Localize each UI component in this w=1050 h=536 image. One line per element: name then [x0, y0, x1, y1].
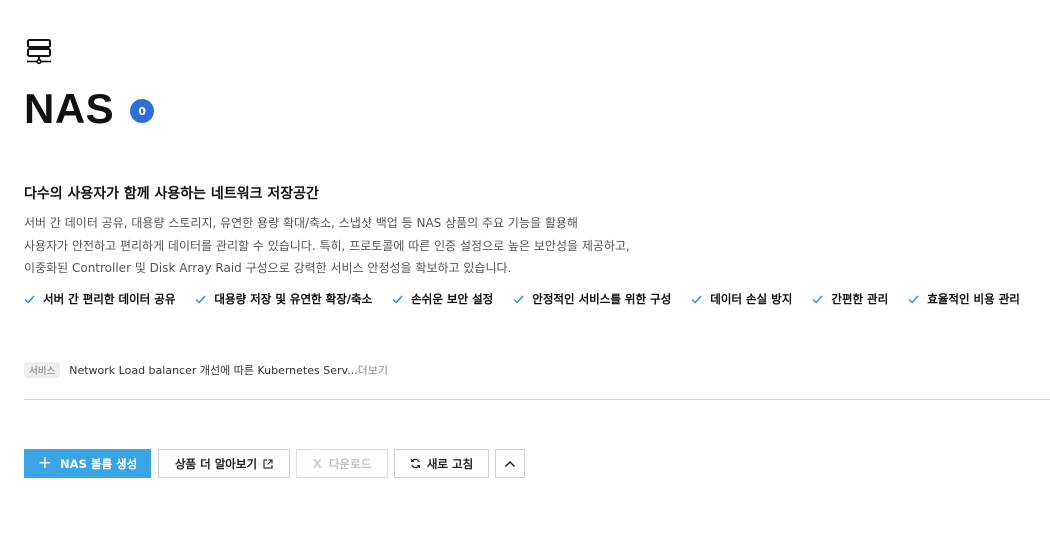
feature-item: 손쉬운 보안 설정 [392, 291, 493, 307]
server-icon [27, 39, 51, 65]
feature-list: 서버 간 편리한 데이터 공유 대용량 저장 및 유연한 확장/축소 손쉬운 보… [24, 291, 1040, 307]
notice-category-badge: 서비스 [24, 362, 61, 378]
plus-icon: + [37, 453, 53, 473]
feature-label: 대용량 저장 및 유연한 확장/축소 [214, 292, 373, 306]
feature-item: 간편한 관리 [812, 291, 888, 307]
check-icon [908, 295, 919, 304]
title-row: NAS 0 [24, 84, 155, 134]
divider [24, 399, 1050, 400]
check-icon [513, 295, 524, 304]
product-subtitle: 다수의 사용자가 함께 사용하는 네트워크 저장공간 [24, 186, 319, 202]
feature-item: 안정적인 서비스를 위한 구성 [513, 291, 671, 307]
check-icon [195, 295, 206, 304]
description-line: 서버 간 데이터 공유, 대용량 스토리지, 유연한 용량 확대/축소, 스냅샷… [24, 216, 578, 230]
feature-item: 대용량 저장 및 유연한 확장/축소 [195, 291, 372, 307]
download-button[interactable]: X 다운로드 [296, 449, 388, 478]
excel-icon: X [312, 456, 322, 471]
feature-label: 데이터 손실 방지 [710, 292, 793, 306]
create-nas-volume-button[interactable]: + NAS 볼륨 생성 [24, 449, 151, 478]
description-line: 이중화된 Controller 및 Disk Array Raid 구성으로 강… [24, 261, 512, 275]
page-title: NAS [24, 85, 115, 132]
description-line: 사용자가 안전하고 편리하게 데이터를 관리할 수 있습니다. 특히, 프로토콜… [24, 238, 630, 253]
feature-item: 서버 간 편리한 데이터 공유 [24, 291, 175, 307]
page: NAS 0 다수의 사용자가 함께 사용하는 네트워크 저장공간 서버 간 데이… [0, 0, 1050, 536]
check-icon [812, 295, 823, 304]
feature-label: 간편한 관리 [831, 292, 889, 306]
feature-label: 안정적인 서비스를 위한 구성 [532, 292, 672, 306]
check-icon [24, 295, 35, 304]
refresh-label: 새로 고침 [426, 456, 474, 471]
check-icon [691, 295, 702, 304]
create-nas-volume-label: NAS 볼륨 생성 [60, 456, 138, 471]
product-description: 서버 간 데이터 공유, 대용량 스토리지, 유연한 용량 확대/축소, 스냅샷… [24, 212, 630, 280]
collapse-button[interactable] [495, 449, 525, 478]
refresh-button[interactable]: 새로 고침 [394, 449, 489, 478]
check-icon [392, 295, 403, 304]
volume-count-badge: 0 [130, 99, 155, 123]
feature-item: 데이터 손실 방지 [691, 291, 792, 307]
action-toolbar: + NAS 볼륨 생성 상품 더 알아보기 X 다운로드 새로 고침 [24, 449, 525, 478]
chevron-up-icon [504, 460, 516, 467]
feature-label: 손쉬운 보안 설정 [411, 292, 494, 306]
notice-more-link[interactable]: 더보기 [358, 362, 388, 378]
feature-label: 효율적인 비용 관리 [927, 292, 1020, 306]
feature-label: 서버 간 편리한 데이터 공유 [43, 292, 176, 306]
feature-item: 효율적인 비용 관리 [908, 291, 1020, 307]
download-label: 다운로드 [328, 456, 372, 471]
learn-more-button[interactable]: 상품 더 알아보기 [158, 449, 290, 478]
external-link-icon [263, 458, 273, 469]
notice-row: 서비스 Network Load balancer 개선에 따른 Kuberne… [24, 362, 388, 378]
refresh-icon [410, 458, 421, 469]
learn-more-label: 상품 더 알아보기 [174, 456, 258, 471]
notice-text[interactable]: Network Load balancer 개선에 따른 Kubernetes … [69, 362, 357, 378]
